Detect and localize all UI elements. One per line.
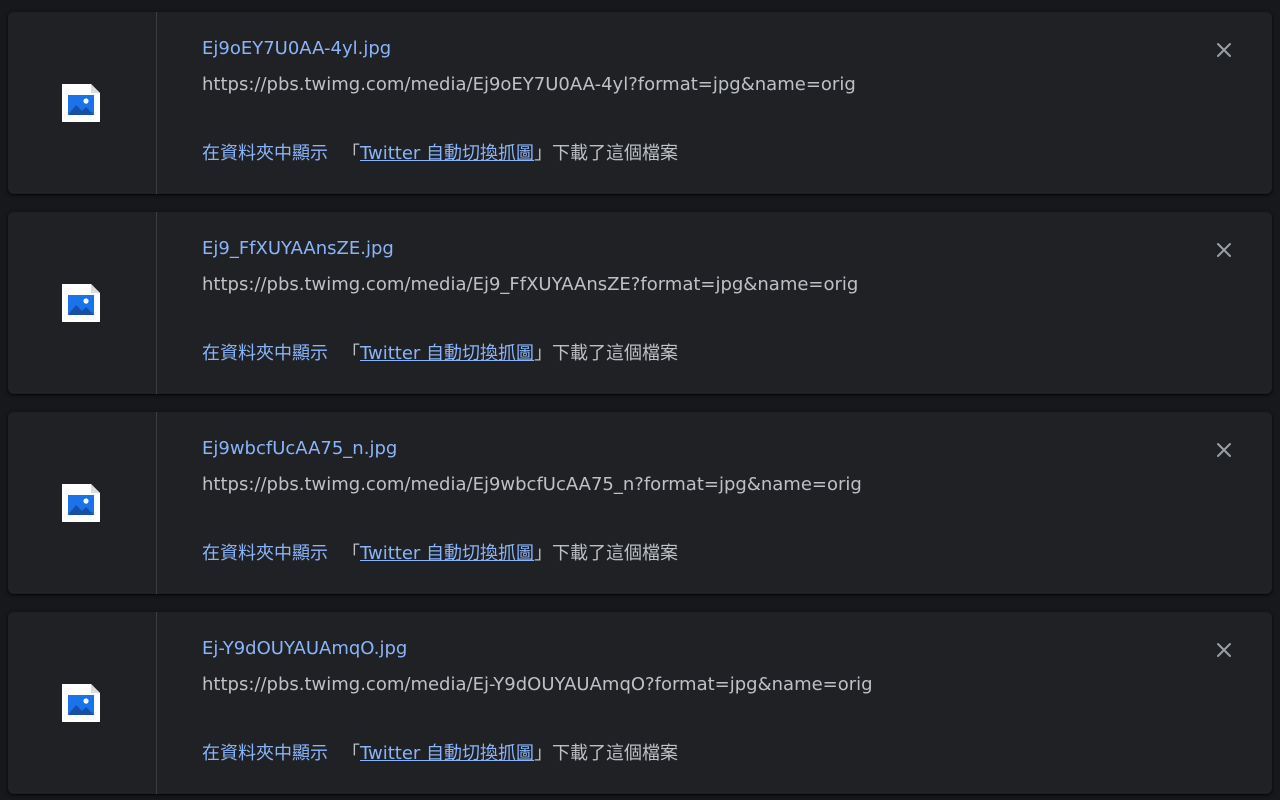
remove-button[interactable] xyxy=(1210,236,1238,264)
image-file-icon xyxy=(62,484,100,522)
by-extension-suffix: 」下載了這個檔案 xyxy=(534,743,679,764)
download-actions: 在資料夾中顯示 「Twitter 自動切換抓圖」下載了這個檔案 xyxy=(202,339,678,365)
file-url: https://pbs.twimg.com/media/Ej9wbcfUcAA7… xyxy=(202,474,862,495)
by-extension-prefix: 「 xyxy=(342,743,360,764)
download-item: Ej-Y9dOUYAUAmqO.jpg https://pbs.twimg.co… xyxy=(8,612,1272,794)
download-actions: 在資料夾中顯示 「Twitter 自動切換抓圖」下載了這個檔案 xyxy=(202,539,678,565)
download-details: Ej9wbcfUcAA75_n.jpg https://pbs.twimg.co… xyxy=(202,412,1212,594)
extension-link[interactable]: Twitter 自動切換抓圖 xyxy=(360,743,534,764)
file-icon-column xyxy=(8,12,157,194)
file-name-link[interactable]: Ej-Y9dOUYAUAmqO.jpg xyxy=(202,638,407,659)
close-icon xyxy=(1217,643,1231,657)
remove-button[interactable] xyxy=(1210,436,1238,464)
download-item: Ej9_FfXUYAAnsZE.jpg https://pbs.twimg.co… xyxy=(8,212,1272,394)
download-item: Ej9wbcfUcAA75_n.jpg https://pbs.twimg.co… xyxy=(8,412,1272,594)
extension-link[interactable]: Twitter 自動切換抓圖 xyxy=(360,343,534,364)
remove-button[interactable] xyxy=(1210,636,1238,664)
file-url: https://pbs.twimg.com/media/Ej9_FfXUYAAn… xyxy=(202,274,859,295)
remove-button[interactable] xyxy=(1210,36,1238,64)
show-in-folder-link[interactable]: 在資料夾中顯示 xyxy=(202,543,328,564)
by-extension-suffix: 」下載了這個檔案 xyxy=(534,143,679,164)
file-url: https://pbs.twimg.com/media/Ej-Y9dOUYAUA… xyxy=(202,674,873,695)
show-in-folder-link[interactable]: 在資料夾中顯示 xyxy=(202,743,328,764)
by-extension-suffix: 」下載了這個檔案 xyxy=(534,343,679,364)
download-actions: 在資料夾中顯示 「Twitter 自動切換抓圖」下載了這個檔案 xyxy=(202,139,678,165)
show-in-folder-link[interactable]: 在資料夾中顯示 xyxy=(202,143,328,164)
file-name-link[interactable]: Ej9oEY7U0AA-4yl.jpg xyxy=(202,38,391,59)
close-icon xyxy=(1217,243,1231,257)
downloads-list: Ej9oEY7U0AA-4yl.jpg https://pbs.twimg.co… xyxy=(0,0,1280,800)
download-details: Ej9_FfXUYAAnsZE.jpg https://pbs.twimg.co… xyxy=(202,212,1212,394)
image-file-icon xyxy=(62,684,100,722)
download-details: Ej9oEY7U0AA-4yl.jpg https://pbs.twimg.co… xyxy=(202,12,1212,194)
image-file-icon xyxy=(62,284,100,322)
close-icon xyxy=(1217,43,1231,57)
by-extension-suffix: 」下載了這個檔案 xyxy=(534,543,679,564)
file-url: https://pbs.twimg.com/media/Ej9oEY7U0AA-… xyxy=(202,74,856,95)
file-name-link[interactable]: Ej9_FfXUYAAnsZE.jpg xyxy=(202,238,394,259)
file-name-link[interactable]: Ej9wbcfUcAA75_n.jpg xyxy=(202,438,397,459)
download-details: Ej-Y9dOUYAUAmqO.jpg https://pbs.twimg.co… xyxy=(202,612,1212,794)
file-icon-column xyxy=(8,612,157,794)
by-extension-prefix: 「 xyxy=(342,343,360,364)
by-extension-prefix: 「 xyxy=(342,143,360,164)
image-file-icon xyxy=(62,84,100,122)
download-actions: 在資料夾中顯示 「Twitter 自動切換抓圖」下載了這個檔案 xyxy=(202,739,678,765)
show-in-folder-link[interactable]: 在資料夾中顯示 xyxy=(202,343,328,364)
file-icon-column xyxy=(8,412,157,594)
by-extension-prefix: 「 xyxy=(342,543,360,564)
extension-link[interactable]: Twitter 自動切換抓圖 xyxy=(360,543,534,564)
file-icon-column xyxy=(8,212,157,394)
extension-link[interactable]: Twitter 自動切換抓圖 xyxy=(360,143,534,164)
download-item: Ej9oEY7U0AA-4yl.jpg https://pbs.twimg.co… xyxy=(8,12,1272,194)
close-icon xyxy=(1217,443,1231,457)
